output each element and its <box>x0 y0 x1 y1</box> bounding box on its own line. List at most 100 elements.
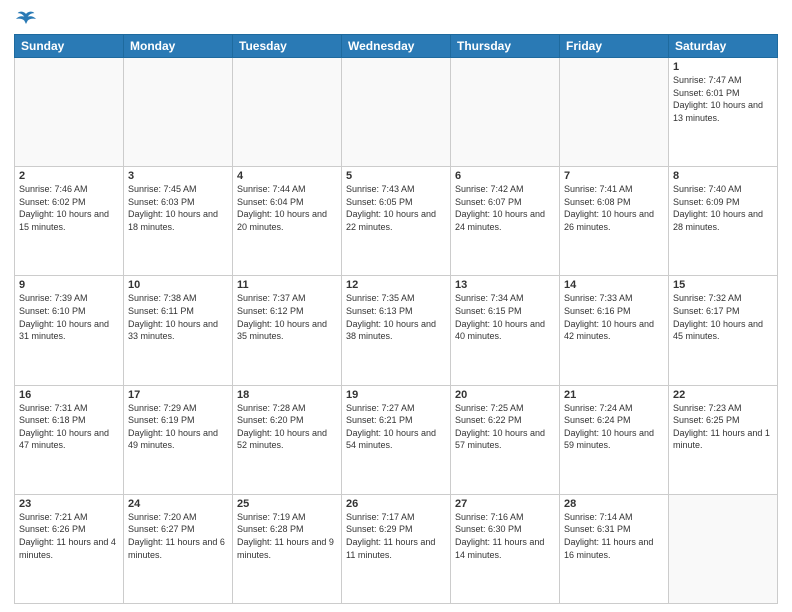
calendar-cell: 3Sunrise: 7:45 AM Sunset: 6:03 PM Daylig… <box>124 167 233 276</box>
calendar-cell <box>451 58 560 167</box>
week-row-4: 23Sunrise: 7:21 AM Sunset: 6:26 PM Dayli… <box>15 494 778 603</box>
logo-text <box>14 10 36 28</box>
calendar-cell: 17Sunrise: 7:29 AM Sunset: 6:19 PM Dayli… <box>124 385 233 494</box>
calendar-cell <box>342 58 451 167</box>
day-info: Sunrise: 7:41 AM Sunset: 6:08 PM Dayligh… <box>564 183 664 233</box>
day-info: Sunrise: 7:43 AM Sunset: 6:05 PM Dayligh… <box>346 183 446 233</box>
day-number: 7 <box>564 170 664 182</box>
day-info: Sunrise: 7:40 AM Sunset: 6:09 PM Dayligh… <box>673 183 773 233</box>
logo-bird-icon <box>16 10 36 28</box>
day-number: 18 <box>237 389 337 401</box>
calendar-cell: 23Sunrise: 7:21 AM Sunset: 6:26 PM Dayli… <box>15 494 124 603</box>
day-info: Sunrise: 7:14 AM Sunset: 6:31 PM Dayligh… <box>564 511 664 561</box>
calendar-cell <box>124 58 233 167</box>
day-info: Sunrise: 7:42 AM Sunset: 6:07 PM Dayligh… <box>455 183 555 233</box>
weekday-header-row: SundayMondayTuesdayWednesdayThursdayFrid… <box>15 35 778 58</box>
calendar-cell: 28Sunrise: 7:14 AM Sunset: 6:31 PM Dayli… <box>560 494 669 603</box>
week-row-2: 9Sunrise: 7:39 AM Sunset: 6:10 PM Daylig… <box>15 276 778 385</box>
day-info: Sunrise: 7:39 AM Sunset: 6:10 PM Dayligh… <box>19 292 119 342</box>
day-info: Sunrise: 7:16 AM Sunset: 6:30 PM Dayligh… <box>455 511 555 561</box>
day-number: 3 <box>128 170 228 182</box>
day-number: 8 <box>673 170 773 182</box>
day-info: Sunrise: 7:45 AM Sunset: 6:03 PM Dayligh… <box>128 183 228 233</box>
day-number: 20 <box>455 389 555 401</box>
calendar-cell: 1Sunrise: 7:47 AM Sunset: 6:01 PM Daylig… <box>669 58 778 167</box>
day-number: 13 <box>455 279 555 291</box>
calendar-cell: 20Sunrise: 7:25 AM Sunset: 6:22 PM Dayli… <box>451 385 560 494</box>
day-number: 28 <box>564 498 664 510</box>
calendar-cell: 25Sunrise: 7:19 AM Sunset: 6:28 PM Dayli… <box>233 494 342 603</box>
day-number: 4 <box>237 170 337 182</box>
calendar-cell: 26Sunrise: 7:17 AM Sunset: 6:29 PM Dayli… <box>342 494 451 603</box>
calendar-cell: 18Sunrise: 7:28 AM Sunset: 6:20 PM Dayli… <box>233 385 342 494</box>
calendar-cell: 22Sunrise: 7:23 AM Sunset: 6:25 PM Dayli… <box>669 385 778 494</box>
day-number: 9 <box>19 279 119 291</box>
calendar-cell: 7Sunrise: 7:41 AM Sunset: 6:08 PM Daylig… <box>560 167 669 276</box>
day-info: Sunrise: 7:19 AM Sunset: 6:28 PM Dayligh… <box>237 511 337 561</box>
week-row-3: 16Sunrise: 7:31 AM Sunset: 6:18 PM Dayli… <box>15 385 778 494</box>
weekday-header-saturday: Saturday <box>669 35 778 58</box>
calendar-cell: 13Sunrise: 7:34 AM Sunset: 6:15 PM Dayli… <box>451 276 560 385</box>
day-number: 22 <box>673 389 773 401</box>
day-number: 23 <box>19 498 119 510</box>
day-number: 26 <box>346 498 446 510</box>
day-info: Sunrise: 7:29 AM Sunset: 6:19 PM Dayligh… <box>128 402 228 452</box>
day-info: Sunrise: 7:25 AM Sunset: 6:22 PM Dayligh… <box>455 402 555 452</box>
calendar-cell <box>15 58 124 167</box>
day-number: 2 <box>19 170 119 182</box>
day-number: 10 <box>128 279 228 291</box>
day-number: 14 <box>564 279 664 291</box>
day-number: 27 <box>455 498 555 510</box>
week-row-0: 1Sunrise: 7:47 AM Sunset: 6:01 PM Daylig… <box>15 58 778 167</box>
calendar-cell <box>233 58 342 167</box>
calendar-cell: 10Sunrise: 7:38 AM Sunset: 6:11 PM Dayli… <box>124 276 233 385</box>
calendar-cell: 12Sunrise: 7:35 AM Sunset: 6:13 PM Dayli… <box>342 276 451 385</box>
day-number: 16 <box>19 389 119 401</box>
calendar-cell: 2Sunrise: 7:46 AM Sunset: 6:02 PM Daylig… <box>15 167 124 276</box>
calendar-cell: 9Sunrise: 7:39 AM Sunset: 6:10 PM Daylig… <box>15 276 124 385</box>
weekday-header-thursday: Thursday <box>451 35 560 58</box>
calendar-cell: 24Sunrise: 7:20 AM Sunset: 6:27 PM Dayli… <box>124 494 233 603</box>
calendar-table: SundayMondayTuesdayWednesdayThursdayFrid… <box>14 34 778 604</box>
day-info: Sunrise: 7:20 AM Sunset: 6:27 PM Dayligh… <box>128 511 228 561</box>
day-info: Sunrise: 7:35 AM Sunset: 6:13 PM Dayligh… <box>346 292 446 342</box>
day-number: 19 <box>346 389 446 401</box>
day-info: Sunrise: 7:27 AM Sunset: 6:21 PM Dayligh… <box>346 402 446 452</box>
weekday-header-wednesday: Wednesday <box>342 35 451 58</box>
weekday-header-friday: Friday <box>560 35 669 58</box>
day-info: Sunrise: 7:44 AM Sunset: 6:04 PM Dayligh… <box>237 183 337 233</box>
day-info: Sunrise: 7:23 AM Sunset: 6:25 PM Dayligh… <box>673 402 773 452</box>
day-number: 12 <box>346 279 446 291</box>
weekday-header-sunday: Sunday <box>15 35 124 58</box>
logo <box>14 10 36 28</box>
day-number: 1 <box>673 61 773 73</box>
day-info: Sunrise: 7:38 AM Sunset: 6:11 PM Dayligh… <box>128 292 228 342</box>
weekday-header-monday: Monday <box>124 35 233 58</box>
day-info: Sunrise: 7:24 AM Sunset: 6:24 PM Dayligh… <box>564 402 664 452</box>
calendar-cell: 11Sunrise: 7:37 AM Sunset: 6:12 PM Dayli… <box>233 276 342 385</box>
page: SundayMondayTuesdayWednesdayThursdayFrid… <box>0 0 792 612</box>
calendar-cell: 19Sunrise: 7:27 AM Sunset: 6:21 PM Dayli… <box>342 385 451 494</box>
calendar-cell <box>669 494 778 603</box>
calendar-cell: 6Sunrise: 7:42 AM Sunset: 6:07 PM Daylig… <box>451 167 560 276</box>
day-number: 25 <box>237 498 337 510</box>
day-info: Sunrise: 7:47 AM Sunset: 6:01 PM Dayligh… <box>673 74 773 124</box>
header <box>14 10 778 28</box>
day-info: Sunrise: 7:46 AM Sunset: 6:02 PM Dayligh… <box>19 183 119 233</box>
day-info: Sunrise: 7:21 AM Sunset: 6:26 PM Dayligh… <box>19 511 119 561</box>
calendar-cell <box>560 58 669 167</box>
day-info: Sunrise: 7:37 AM Sunset: 6:12 PM Dayligh… <box>237 292 337 342</box>
day-number: 11 <box>237 279 337 291</box>
day-number: 17 <box>128 389 228 401</box>
weekday-header-tuesday: Tuesday <box>233 35 342 58</box>
day-number: 6 <box>455 170 555 182</box>
week-row-1: 2Sunrise: 7:46 AM Sunset: 6:02 PM Daylig… <box>15 167 778 276</box>
day-info: Sunrise: 7:34 AM Sunset: 6:15 PM Dayligh… <box>455 292 555 342</box>
day-number: 5 <box>346 170 446 182</box>
day-info: Sunrise: 7:28 AM Sunset: 6:20 PM Dayligh… <box>237 402 337 452</box>
day-number: 21 <box>564 389 664 401</box>
calendar-cell: 15Sunrise: 7:32 AM Sunset: 6:17 PM Dayli… <box>669 276 778 385</box>
day-number: 24 <box>128 498 228 510</box>
calendar-cell: 16Sunrise: 7:31 AM Sunset: 6:18 PM Dayli… <box>15 385 124 494</box>
calendar-cell: 5Sunrise: 7:43 AM Sunset: 6:05 PM Daylig… <box>342 167 451 276</box>
